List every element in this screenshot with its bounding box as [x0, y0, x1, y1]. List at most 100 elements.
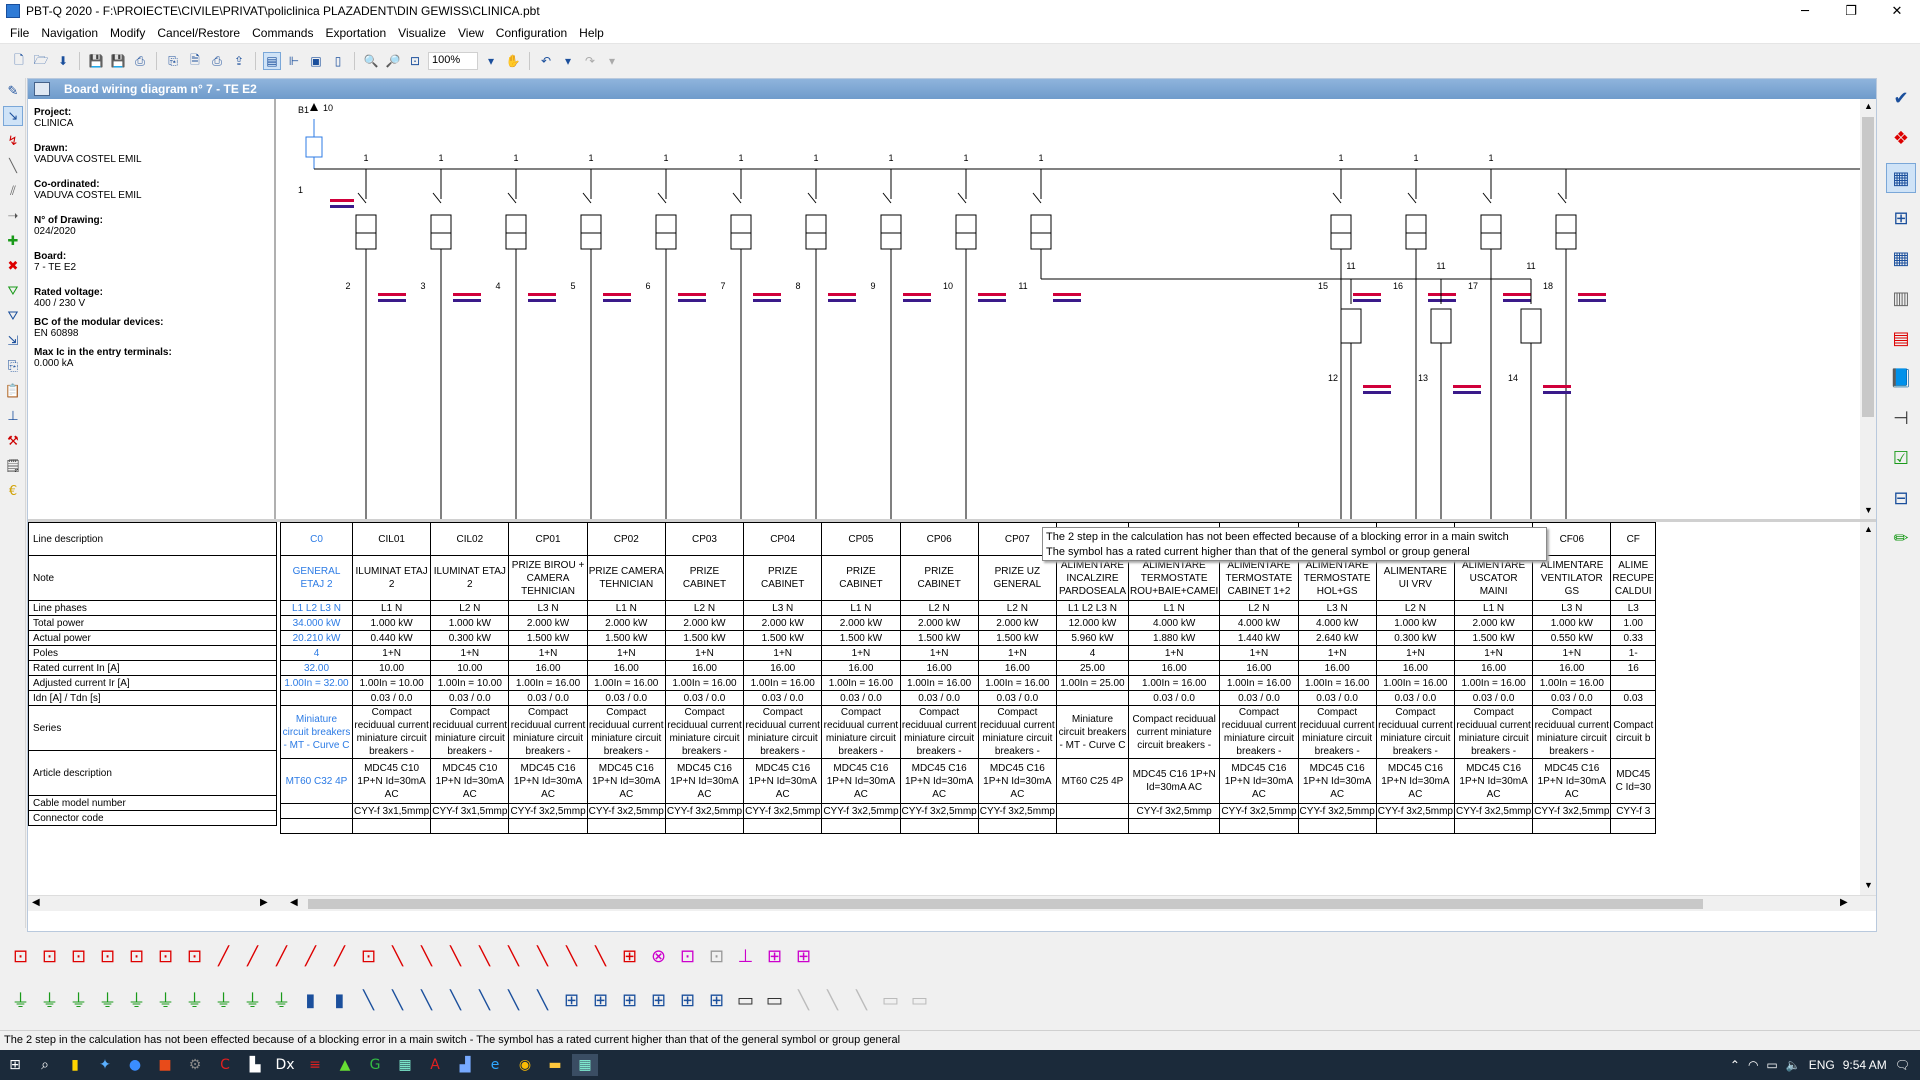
protection-symbol-icon[interactable]: ╲ — [501, 940, 526, 972]
table-cell[interactable]: 1.00In = 10.00 — [430, 675, 510, 691]
table-cell[interactable] — [1055, 690, 1129, 706]
filter-edit-icon[interactable]: ⛛ — [3, 306, 23, 326]
table-cell[interactable]: 2.640 kW — [1297, 630, 1377, 646]
app-pbtq-icon[interactable]: ▦ — [572, 1054, 598, 1076]
table-cell[interactable]: CYY-f 3x2,5mmp — [664, 803, 745, 819]
table-cell[interactable]: PRIZE CABINET — [821, 555, 901, 601]
table-cell[interactable]: MDC45 C16 1P+N Id=30mA AC — [586, 758, 666, 804]
load-symbol-icon[interactable]: ▭ — [878, 984, 903, 1016]
menu-visualize[interactable]: Visualize — [392, 26, 452, 40]
protection-symbol-icon[interactable]: ⊞ — [791, 940, 816, 972]
menu-cancel-restore[interactable]: Cancel/Restore — [151, 26, 246, 40]
table-cell[interactable]: 0.03 / 0.0 — [899, 690, 979, 706]
app-icon[interactable]: ▦ — [392, 1054, 418, 1076]
route-icon[interactable]: ↯ — [3, 131, 23, 151]
app-calc-icon[interactable]: ▮ — [62, 1054, 88, 1076]
book-icon[interactable]: 📘 — [1886, 363, 1916, 393]
table-cell[interactable]: ALIME RECUPE CALDUI — [1610, 555, 1657, 601]
protection-symbol-icon[interactable]: ⊡ — [704, 940, 729, 972]
table-cell[interactable]: L3 N — [508, 600, 588, 616]
load-symbol-icon[interactable]: ⏚ — [95, 984, 120, 1016]
protection-symbol-icon[interactable]: ⊞ — [617, 940, 642, 972]
table-cell[interactable]: 0.300 kW — [430, 630, 510, 646]
table-cell[interactable]: 2.000 kW — [508, 615, 588, 631]
table-cell[interactable]: 0.03 / 0.0 — [1453, 690, 1534, 706]
table-cell[interactable]: 1.00In = 32.00 — [280, 675, 353, 691]
table-cell[interactable]: MDC45 C Id=30 — [1610, 758, 1657, 804]
app-dx-icon[interactable]: Dx — [272, 1054, 298, 1076]
table-cell[interactable]: ALIMENTARE TERMOSTATE HOL+GS — [1297, 555, 1377, 601]
table-cell[interactable]: 32.00 — [280, 660, 353, 676]
table-cell[interactable]: 16.00 — [1453, 660, 1534, 676]
app-icon[interactable]: ✦ — [92, 1054, 118, 1076]
table-cell[interactable]: L1 L2 L3 N — [280, 600, 353, 616]
table-cell[interactable]: 1.500 kW — [743, 630, 823, 646]
table-cell[interactable]: CIL01 — [351, 522, 432, 556]
table-cell[interactable]: Compact reciduual current miniature circ… — [1453, 705, 1534, 759]
table-cell[interactable]: Compact reciduual current miniature circ… — [977, 705, 1057, 759]
table-cell[interactable]: ALIMENTARE VENTILATOR GS — [1532, 555, 1612, 601]
table-cell[interactable]: 0.300 kW — [1375, 630, 1455, 646]
table-cell[interactable]: MDC45 C16 1P+N Id=30mA AC — [1297, 758, 1377, 804]
table-cell[interactable] — [280, 690, 353, 706]
table-cell[interactable]: 4.000 kW — [1297, 615, 1377, 631]
menu-exportation[interactable]: Exportation — [319, 26, 392, 40]
report-icon[interactable]: ⊟ — [1886, 483, 1916, 513]
table-cell[interactable]: 2.000 kW — [977, 615, 1057, 631]
print-icon[interactable]: ⎙ — [208, 52, 226, 70]
menu-help[interactable]: Help — [573, 26, 610, 40]
table-cell[interactable] — [1055, 803, 1129, 819]
scroll-down-icon[interactable]: ▼ — [1864, 880, 1873, 890]
table-cell[interactable]: CF — [1610, 522, 1657, 556]
table-cell[interactable]: 1+N — [1127, 645, 1221, 661]
table-cell[interactable]: 1.00 — [1610, 615, 1657, 631]
table-cell[interactable]: 0.33 — [1610, 630, 1657, 646]
table-cell[interactable]: 16 — [1610, 660, 1657, 676]
table-cell[interactable]: 1.500 kW — [821, 630, 901, 646]
table-cell[interactable]: 5.960 kW — [1055, 630, 1129, 646]
table-cell[interactable]: 0.03 / 0.0 — [1127, 690, 1221, 706]
multi-line-icon[interactable]: ⫽ — [3, 181, 23, 201]
structure-icon[interactable]: ⊞ — [1886, 203, 1916, 233]
add-icon[interactable]: ✚ — [3, 231, 23, 251]
protection-symbol-icon[interactable]: ⊡ — [182, 940, 207, 972]
table-cell[interactable]: MDC45 C10 1P+N Id=30mA AC — [351, 758, 432, 804]
protection-symbol-icon[interactable]: ⊡ — [95, 940, 120, 972]
table-cell[interactable]: CP02 — [586, 522, 666, 556]
menu-view[interactable]: View — [452, 26, 490, 40]
table-cell[interactable]: 1+N — [743, 645, 823, 661]
load-symbol-icon[interactable]: ⏚ — [182, 984, 207, 1016]
table-cell[interactable]: CYY-f 3x2,5mmp — [508, 803, 588, 819]
scroll-left-icon[interactable]: ◀ — [290, 897, 298, 908]
table-cell[interactable]: CYY-f 3x2,5mmp — [586, 803, 666, 819]
measure-icon[interactable]: ⊥ — [3, 406, 23, 426]
clock[interactable]: 9:54 AM — [1843, 1058, 1887, 1072]
copy-icon[interactable]: ⎘ — [164, 52, 182, 70]
protection-symbol-icon[interactable]: ╲ — [559, 940, 584, 972]
load-symbol-icon[interactable]: ╲ — [530, 984, 555, 1016]
load-symbol-icon[interactable]: ▮ — [327, 984, 352, 1016]
import-icon[interactable]: ⬇ — [54, 52, 72, 70]
table-cell[interactable]: 1.000 kW — [1375, 615, 1455, 631]
open-folder-icon[interactable]: 🗁 — [32, 52, 50, 70]
table-cell[interactable]: 1- — [1610, 645, 1657, 661]
table-cell[interactable]: L3 N — [1297, 600, 1377, 616]
load-symbol-icon[interactable]: ⏚ — [8, 984, 33, 1016]
protection-symbol-icon[interactable]: ⊡ — [675, 940, 700, 972]
table-cell[interactable]: L3 N — [1532, 600, 1612, 616]
table-cell[interactable] — [1297, 818, 1377, 834]
table-cell[interactable]: L1 N — [351, 600, 432, 616]
battery-icon[interactable]: ▭ — [1766, 1058, 1777, 1072]
protection-symbol-icon[interactable]: ⊡ — [66, 940, 91, 972]
wiring-icon[interactable]: ⊩ — [285, 52, 303, 70]
explorer-icon[interactable]: ▬ — [542, 1054, 568, 1076]
table-cell[interactable]: 2.000 kW — [821, 615, 901, 631]
line-icon[interactable]: ╲ — [3, 156, 23, 176]
table-cell[interactable]: 1.00In = 16.00 — [1297, 675, 1377, 691]
table-cell[interactable]: CP04 — [743, 522, 823, 556]
load-symbol-icon[interactable]: ╲ — [820, 984, 845, 1016]
app-icon[interactable]: ▙ — [242, 1054, 268, 1076]
table-cell[interactable]: 16.00 — [899, 660, 979, 676]
switch-icon[interactable]: ⊣ — [1886, 403, 1916, 433]
table-cell[interactable]: Compact reciduual current miniature circ… — [1532, 705, 1612, 759]
